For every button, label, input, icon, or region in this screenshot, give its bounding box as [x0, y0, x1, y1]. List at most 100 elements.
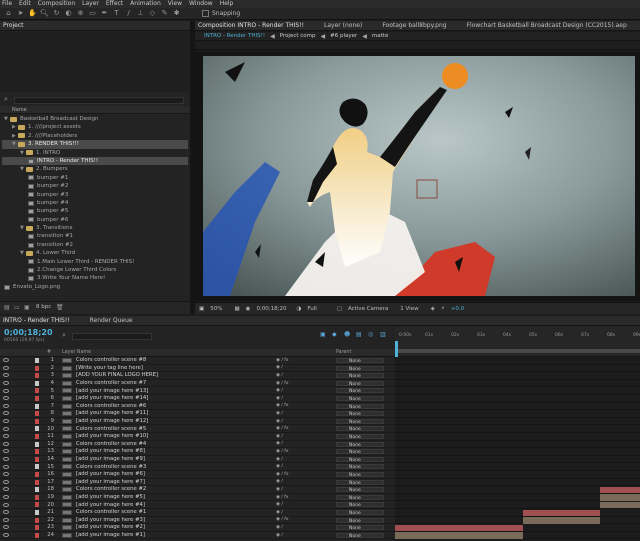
- work-area-bar[interactable]: [395, 349, 640, 353]
- visibility-eye-icon[interactable]: [3, 411, 9, 416]
- layer-row[interactable]: 10 Colors controller scene #5 ◉ / fx None: [0, 425, 395, 433]
- parent-select[interactable]: None: [336, 358, 384, 364]
- playhead-marker[interactable]: [395, 341, 398, 357]
- project-item[interactable]: transition #2: [2, 241, 188, 249]
- viewer-tab[interactable]: Footage ball8bpy.png: [382, 22, 446, 29]
- layer-switches[interactable]: ◉ /: [276, 419, 283, 424]
- parent-select[interactable]: None: [336, 517, 384, 524]
- layer-switches[interactable]: ◉ / fx: [276, 449, 289, 454]
- layer-name[interactable]: Colors controller scene #6: [76, 403, 146, 409]
- track-row[interactable]: [395, 395, 640, 403]
- project-item[interactable]: 3.Write Your Name Here!: [2, 274, 188, 282]
- label-color-swatch[interactable]: [35, 434, 39, 439]
- track-row[interactable]: [395, 418, 640, 426]
- camera-snapshot-icon[interactable]: ◉: [246, 306, 251, 312]
- project-item[interactable]: Envato_Logo.png: [2, 283, 188, 291]
- layer-row[interactable]: 8 [add your image here #11] ◉ / None: [0, 410, 395, 418]
- parent-select[interactable]: None: [336, 510, 384, 516]
- track-row[interactable]: [395, 509, 640, 517]
- snapping-toggle[interactable]: Snapping: [202, 10, 240, 17]
- layer-row[interactable]: 15 Colors controller scene #3 ◉ / None: [0, 463, 395, 471]
- project-item[interactable]: transition #1: [2, 232, 188, 240]
- menu-item-window[interactable]: Window: [189, 0, 213, 8]
- layer-switches[interactable]: ◉ /: [276, 464, 283, 469]
- timeline-current-time[interactable]: 0;00;18;20: [4, 328, 53, 337]
- resolution-select[interactable]: Full: [307, 306, 316, 312]
- visibility-eye-icon[interactable]: [3, 365, 9, 370]
- layer-switches[interactable]: ◉ / fx: [276, 403, 289, 408]
- parent-select[interactable]: None: [336, 441, 384, 448]
- hand-tool-icon[interactable]: ✋: [28, 9, 37, 18]
- selection-tool-icon[interactable]: ➤: [16, 9, 25, 18]
- magnification-select[interactable]: 50%: [210, 306, 222, 312]
- bpc-label[interactable]: 8 bpc: [36, 304, 51, 310]
- visibility-eye-icon[interactable]: [3, 525, 9, 530]
- label-color-swatch[interactable]: [35, 464, 39, 470]
- visibility-eye-icon[interactable]: [3, 449, 9, 454]
- puppet-tool-icon[interactable]: ✱: [172, 9, 181, 18]
- track-row[interactable]: [395, 517, 640, 525]
- tab-project[interactable]: Project: [3, 22, 24, 29]
- disclosure-closed-icon[interactable]: ▶: [12, 123, 17, 131]
- track-row[interactable]: [395, 456, 640, 464]
- label-color-swatch[interactable]: [35, 373, 39, 379]
- zoom-tool-icon[interactable]: 🔍︎: [40, 9, 49, 18]
- label-color-swatch[interactable]: [35, 449, 39, 455]
- always-preview-icon[interactable]: ▣: [199, 306, 204, 312]
- label-color-swatch[interactable]: [35, 426, 39, 432]
- project-item[interactable]: bumper #6: [2, 216, 188, 224]
- project-item[interactable]: ▶ 2. ////Placeholders: [2, 132, 188, 140]
- layer-name[interactable]: Colors controller scene #8: [76, 357, 146, 363]
- project-item[interactable]: ▼ 3. Transitions: [2, 224, 188, 232]
- layer-duration-bar[interactable]: [600, 494, 640, 501]
- project-item[interactable]: ▼ 4. Lower Third: [2, 249, 188, 257]
- parent-select[interactable]: None: [336, 365, 384, 372]
- label-color-swatch[interactable]: [35, 380, 39, 386]
- layer-row[interactable]: 17 [add your image here #7] ◉ / None: [0, 479, 395, 487]
- track-row[interactable]: [395, 357, 640, 365]
- comp-flowchart-icon[interactable]: ▣: [320, 331, 326, 338]
- trash-icon[interactable]: 🗑︎: [56, 304, 64, 311]
- layer-switches[interactable]: ◉ /: [276, 373, 283, 378]
- layer-switches[interactable]: ◉ /: [276, 396, 283, 401]
- label-color-swatch[interactable]: [35, 502, 39, 508]
- track-row[interactable]: [395, 471, 640, 479]
- parent-select[interactable]: None: [336, 426, 384, 432]
- track-row[interactable]: [395, 403, 640, 411]
- visibility-eye-icon[interactable]: [3, 502, 9, 507]
- camera-tool-icon[interactable]: ◐: [64, 9, 73, 18]
- roto-brush-tool-icon[interactable]: ✎: [160, 9, 169, 18]
- timeline-search-icon[interactable]: ⌕: [62, 331, 66, 340]
- layer-switches[interactable]: ◉ / fx: [276, 381, 289, 386]
- layer-duration-bar[interactable]: [600, 501, 640, 509]
- layer-switches[interactable]: ◉ /: [276, 525, 283, 530]
- rectangle-tool-icon[interactable]: ▭: [88, 9, 97, 18]
- visibility-eye-icon[interactable]: [3, 510, 9, 515]
- parent-select[interactable]: None: [336, 403, 384, 410]
- parent-select[interactable]: None: [336, 479, 384, 486]
- layer-row[interactable]: 21 Colors controller scene #1 ◉ / None: [0, 509, 395, 517]
- layer-duration-bar[interactable]: [523, 517, 600, 524]
- project-item[interactable]: ▼ 2. Bumpers: [2, 165, 188, 173]
- layer-name[interactable]: [add your image here #6]: [76, 471, 145, 477]
- camera-view-select[interactable]: Active Camera: [348, 306, 388, 312]
- layer-switches[interactable]: ◉ /: [276, 411, 283, 416]
- label-color-swatch[interactable]: [35, 365, 39, 371]
- disclosure-open-icon[interactable]: ▼: [4, 115, 9, 123]
- layer-name[interactable]: [add your image here #11]: [76, 410, 148, 416]
- layer-row[interactable]: 12 Colors controller scene #4 ◉ / None: [0, 441, 395, 449]
- project-item[interactable]: 1.Main Lower Third - RENDER THIS!: [2, 258, 188, 266]
- layer-switches[interactable]: ◉ /: [276, 502, 283, 507]
- visibility-eye-icon[interactable]: [3, 441, 9, 446]
- layer-switches[interactable]: ◉ /: [276, 479, 283, 484]
- menu-item-effect[interactable]: Effect: [106, 0, 123, 8]
- layer-name[interactable]: [add your image here #5]: [76, 494, 145, 500]
- layer-name[interactable]: [Write your tag line here]: [76, 365, 143, 371]
- project-item[interactable]: 2.Change Lower Third Colors: [2, 266, 188, 274]
- label-color-swatch[interactable]: [35, 456, 39, 462]
- parent-select[interactable]: None: [336, 411, 384, 417]
- view-layout-select[interactable]: 1 View: [400, 306, 418, 312]
- project-item[interactable]: bumper #3: [2, 191, 188, 199]
- viewer-tab[interactable]: Layer (none): [324, 22, 362, 29]
- layer-name[interactable]: [add your image here #3]: [76, 517, 145, 523]
